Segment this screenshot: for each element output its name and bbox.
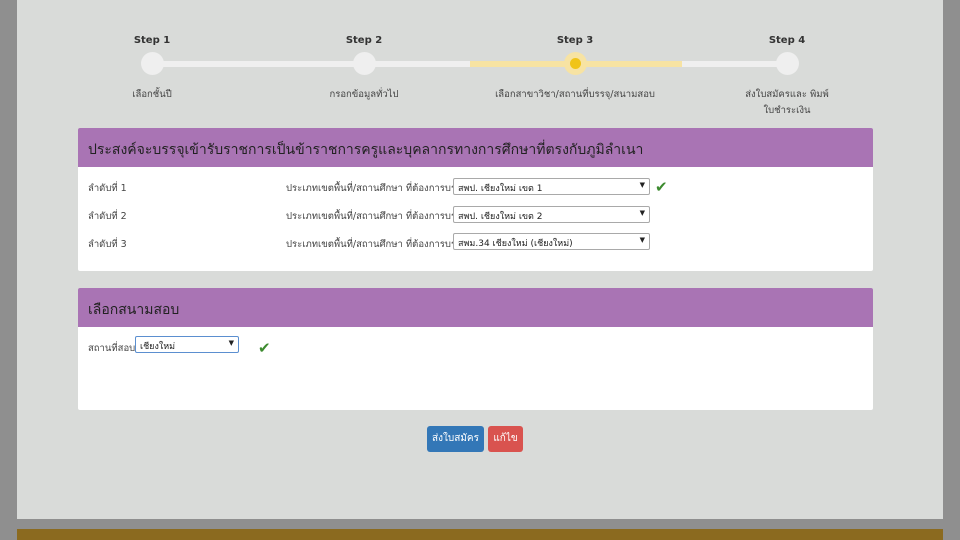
exam-venue-select[interactable]: เชียงใหม่ ▼ [135,336,239,353]
step-3-title: Step 3 [556,35,594,46]
step-4-title: Step 4 [768,35,806,46]
step-1-title: Step 1 [133,35,171,46]
progress-stepper: Step 1 เลือกชั้นปี Step 2 กรอกข้อมูลทั่ว… [17,0,943,125]
exam-venue-panel: เลือกสนามสอบ สถานที่สอบ เชียงใหม่ ▼ ✔ [78,288,873,410]
checkmark-icon: ✔ [655,178,668,196]
exam-venue-label: สถานที่สอบ [88,343,136,354]
row-description: ประเภทเขตพื้นที่/สถานศึกษา ที่ต้องการบรร… [286,183,467,194]
placement-panel: ประสงค์จะบรรจุเข้ารับราชการเป็นข้าราชการ… [78,128,873,271]
row-description: ประเภทเขตพื้นที่/สถานศึกษา ที่ต้องการบรร… [286,239,467,250]
checkmark-icon: ✔ [258,339,271,357]
placement-select-3[interactable]: สพม.34 เชียงใหม่ (เชียงใหม่) ▼ [453,233,650,250]
row-label: ลำดับที่ 3 [88,239,127,250]
step-4-label: ส่งใบสมัครและ พิมพ์ใบชำระเงิน [745,89,829,116]
stepper-track-done [152,61,470,67]
dropdown-arrow-icon: ▼ [639,236,645,244]
step-1-dot[interactable] [141,52,164,75]
exam-venue-row: สถานที่สอบ [88,341,135,356]
step-2-label: กรอกข้อมูลทั่วไป [329,89,399,100]
select-value: เชียงใหม่ [140,342,176,352]
row-description: ประเภทเขตพื้นที่/สถานศึกษา ที่ต้องการบรร… [286,211,467,222]
select-value: สพม.34 เชียงใหม่ (เชียงใหม่) [458,239,573,249]
select-value: สพป. เชียงใหม่ เขต 1 [458,184,543,194]
placement-select-2[interactable]: สพป. เชียงใหม่ เขต 2 ▼ [453,206,650,223]
placement-select-1[interactable]: สพป. เชียงใหม่ เขต 1 ▼ [453,178,650,195]
step-1-label: เลือกชั้นปี [132,89,172,100]
row-label: ลำดับที่ 1 [88,183,127,194]
step-3-label: เลือกสาขาวิชา/สถานที่บรรจุ/สนามสอบ [495,89,655,100]
step-2-title: Step 2 [345,35,383,46]
dropdown-arrow-icon: ▼ [228,339,234,347]
submit-application-button[interactable]: ส่งใบสมัคร [427,426,484,452]
exam-venue-panel-title: เลือกสนามสอบ [78,288,873,327]
row-label: ลำดับที่ 2 [88,211,127,222]
edit-button[interactable]: แก้ไข [488,426,523,452]
select-value: สพป. เชียงใหม่ เขต 2 [458,212,543,222]
dropdown-arrow-icon: ▼ [639,209,645,217]
stepper-track-pending [682,61,787,67]
step-2-dot[interactable] [353,52,376,75]
placement-panel-title: ประสงค์จะบรรจุเข้ารับราชการเป็นข้าราชการ… [78,128,873,167]
dropdown-arrow-icon: ▼ [639,181,645,189]
footer-bar [17,529,943,540]
step-4-dot[interactable] [776,52,799,75]
step-3-dot-active[interactable] [564,52,587,75]
